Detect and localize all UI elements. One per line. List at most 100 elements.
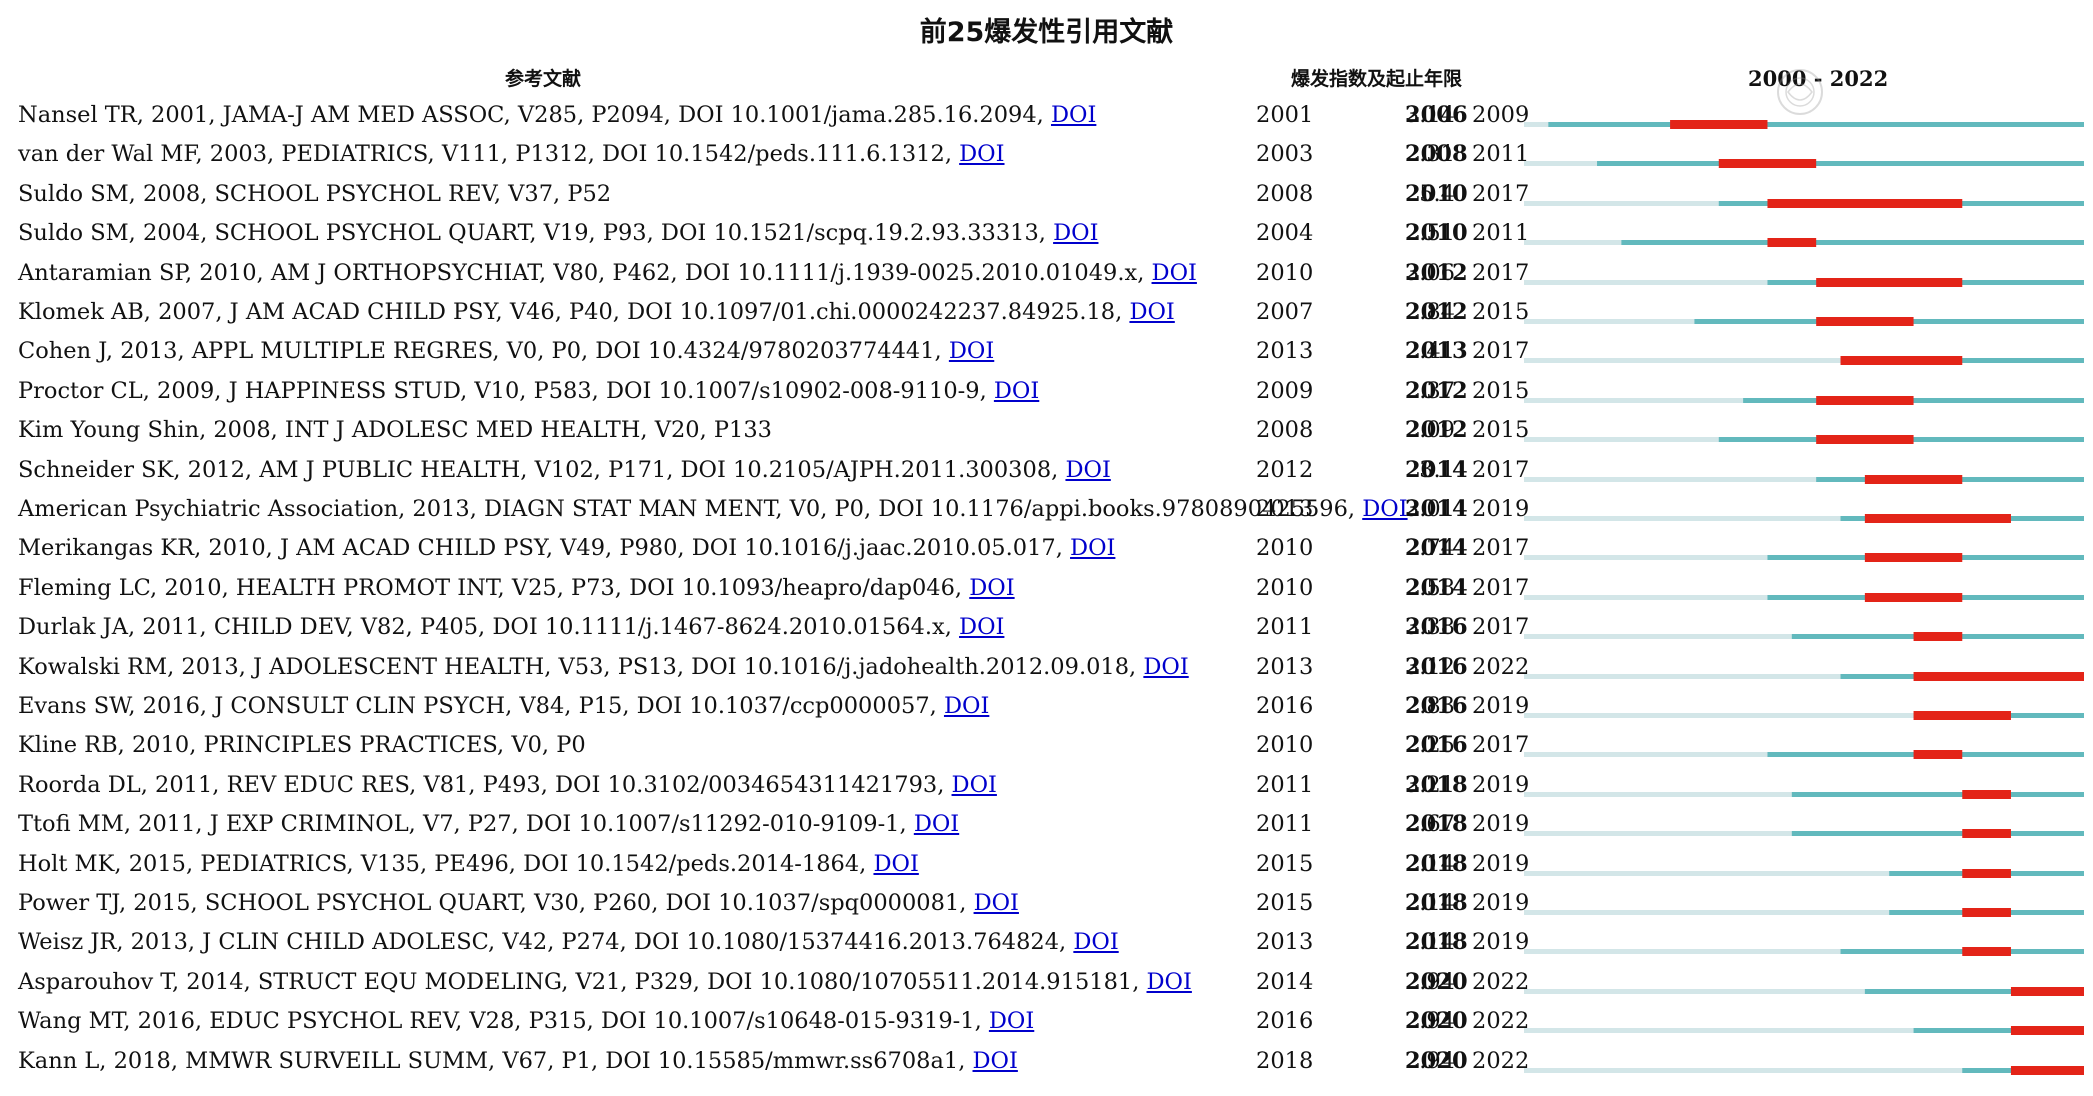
burst-begin: 2020	[1405, 1008, 1468, 1035]
burst-timeline	[1524, 514, 2084, 523]
reference-text: Proctor CL, 2009, J HAPPINESS STUD, V10,…	[18, 372, 1039, 411]
burst-bar	[1864, 474, 1963, 484]
burst-bar	[1913, 750, 1963, 760]
reference-citation: Suldo SM, 2008, SCHOOL PSYCHOL REV, V37,…	[18, 180, 612, 207]
burst-end: 2017	[1472, 259, 1530, 286]
reference-text: Kowalski RM, 2013, J ADOLESCENT HEALTH, …	[18, 648, 1189, 687]
burst-bar	[1962, 947, 2011, 957]
reference-text: Kim Young Shin, 2008, INT J ADOLESC MED …	[18, 411, 772, 450]
table-row: Suldo SM, 2004, SCHOOL PSYCHOL QUART, V1…	[0, 214, 2093, 253]
burst-timeline	[1524, 750, 2084, 760]
burst-bar	[1816, 395, 1914, 405]
table-row: Klomek AB, 2007, J AM ACAD CHILD PSY, V4…	[0, 293, 2093, 332]
doi-link[interactable]: DOI	[1143, 654, 1188, 680]
burst-timeline	[1524, 908, 2084, 917]
citation-year: 2007	[1256, 299, 1314, 325]
table-row: Antaramian SP, 2010, AM J ORTHOPSYCHIAT,…	[0, 254, 2093, 293]
burst-timeline	[1524, 553, 2084, 563]
table-row: Durlak JA, 2011, CHILD DEV, V82, P405, D…	[0, 608, 2093, 647]
burst-timeline	[1524, 986, 2084, 996]
burst-end: 2011	[1472, 220, 1530, 247]
doi-link[interactable]: DOI	[1147, 969, 1192, 995]
burst-begin: 2010	[1405, 180, 1468, 207]
doi-link[interactable]: DOI	[949, 338, 994, 364]
burst-begin: 2016	[1405, 653, 1468, 680]
burst-end: 2022	[1472, 1008, 1530, 1035]
citation-year: 2008	[1256, 180, 1314, 207]
doi-link[interactable]: DOI	[1152, 260, 1197, 286]
citation-year: 2012	[1256, 456, 1314, 483]
reference-citation: Weisz JR, 2013, J CLIN CHILD ADOLESC, V4…	[18, 929, 1067, 956]
doi-link[interactable]: DOI	[952, 772, 997, 798]
doi-link[interactable]: DOI	[989, 1008, 1034, 1034]
table-row: Kowalski RM, 2013, J ADOLESCENT HEALTH, …	[0, 648, 2093, 687]
citation-year: 2009	[1256, 377, 1314, 404]
reference-text: Antaramian SP, 2010, AM J ORTHOPSYCHIAT,…	[18, 254, 1197, 293]
burst-begin: 2008	[1405, 141, 1468, 168]
doi-link[interactable]: DOI	[1070, 535, 1115, 561]
doi-link[interactable]: DOI	[959, 141, 1004, 167]
table-row: Kim Young Shin, 2008, INT J ADOLESC MED …	[0, 411, 2093, 450]
reference-citation: Evans SW, 2016, J CONSULT CLIN PSYCH, V8…	[18, 693, 937, 719]
reference-citation: Ttofi MM, 2011, J EXP CRIMINOL, V7, P27,…	[18, 811, 907, 838]
doi-link[interactable]: DOI	[1362, 496, 1407, 522]
doi-link[interactable]: DOI	[1073, 929, 1118, 955]
table-row: van der Wal MF, 2003, PEDIATRICS, V111, …	[0, 135, 2093, 174]
timeline-active-segment	[1791, 831, 2084, 837]
reference-citation: Suldo SM, 2004, SCHOOL PSYCHOL QUART, V1…	[18, 220, 1046, 247]
citation-year: 2015	[1256, 890, 1314, 916]
reference-text: Ttofi MM, 2011, J EXP CRIMINOL, V7, P27,…	[18, 805, 959, 844]
doi-link[interactable]: DOI	[973, 1048, 1018, 1074]
burst-end: 2019	[1472, 496, 1530, 522]
burst-begin: 2020	[1405, 1047, 1468, 1074]
burst-timeline	[1524, 632, 2084, 642]
reference-citation: Durlak JA, 2011, CHILD DEV, V82, P405, D…	[18, 614, 952, 641]
doi-link[interactable]: DOI	[994, 378, 1039, 404]
table-row: Kline RB, 2010, PRINCIPLES PRACTICES, V0…	[0, 726, 2093, 765]
burst-begin: 2018	[1405, 771, 1468, 798]
doi-link[interactable]: DOI	[1129, 299, 1174, 325]
table-row: Asparouhov T, 2014, STRUCT EQU MODELING,…	[0, 963, 2093, 1002]
doi-link[interactable]: DOI	[969, 575, 1014, 601]
burst-begin: 2018	[1405, 811, 1468, 838]
burst-end: 2019	[1472, 890, 1530, 916]
burst-end: 2017	[1472, 614, 1530, 641]
doi-link[interactable]: DOI	[974, 890, 1019, 916]
burst-end: 2019	[1472, 850, 1530, 877]
burst-end: 2009	[1472, 102, 1530, 128]
doi-link[interactable]: DOI	[914, 811, 959, 837]
citation-year: 2013	[1256, 653, 1314, 680]
burst-timeline	[1524, 592, 2084, 602]
doi-link[interactable]: DOI	[1051, 102, 1096, 128]
burst-begin: 2018	[1405, 890, 1468, 916]
doi-link[interactable]: DOI	[944, 693, 989, 719]
burst-bar	[1816, 317, 1914, 326]
doi-link[interactable]: DOI	[1053, 220, 1098, 246]
doi-link[interactable]: DOI	[959, 614, 1004, 640]
doi-link[interactable]: DOI	[1065, 457, 1110, 483]
burst-timeline	[1524, 868, 2084, 878]
burst-bar	[1670, 120, 1768, 129]
burst-timeline	[1524, 435, 2084, 445]
reference-text: Durlak JA, 2011, CHILD DEV, V82, P405, D…	[18, 608, 1004, 647]
burst-end: 2022	[1472, 1047, 1530, 1074]
burst-bar	[1864, 553, 1963, 563]
citation-year: 2008	[1256, 417, 1314, 444]
citation-year: 2003	[1256, 141, 1314, 168]
reference-citation: American Psychiatric Association, 2013, …	[18, 496, 1356, 522]
burst-timeline	[1524, 671, 2084, 681]
timeline-active-segment	[1791, 791, 2084, 797]
burst-end: 2015	[1472, 377, 1530, 404]
reference-citation: van der Wal MF, 2003, PEDIATRICS, V111, …	[18, 141, 952, 168]
doi-link[interactable]: DOI	[873, 851, 918, 877]
burst-bar	[1840, 356, 1963, 366]
citation-year: 2013	[1256, 338, 1314, 365]
burst-end: 2019	[1472, 771, 1530, 798]
reference-text: Suldo SM, 2008, SCHOOL PSYCHOL REV, V37,…	[18, 175, 611, 214]
reference-text: Asparouhov T, 2014, STRUCT EQU MODELING,…	[18, 963, 1192, 1002]
burst-begin: 2014	[1405, 456, 1468, 483]
table-row: Evans SW, 2016, J CONSULT CLIN PSYCH, V8…	[0, 687, 2093, 726]
reference-text: Power TJ, 2015, SCHOOL PSYCHOL QUART, V3…	[18, 884, 1019, 923]
reference-citation: Antaramian SP, 2010, AM J ORTHOPSYCHIAT,…	[18, 259, 1145, 286]
reference-citation: Cohen J, 2013, APPL MULTIPLE REGRES, V0,…	[18, 338, 942, 365]
